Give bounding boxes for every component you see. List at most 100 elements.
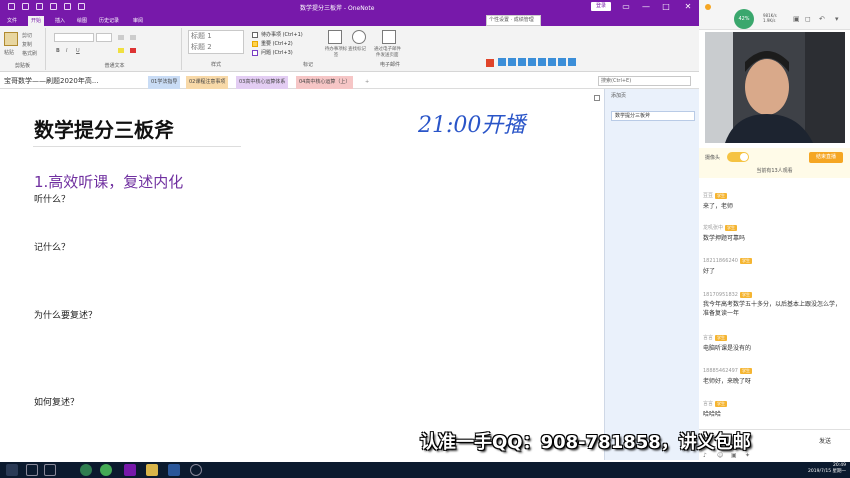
redo-icon[interactable] — [36, 3, 43, 10]
font-color-icon[interactable] — [130, 48, 136, 53]
student-badge: 学生 — [715, 401, 728, 407]
plugin-icon-4[interactable] — [518, 58, 526, 66]
end-live-button[interactable]: 结束直播 — [809, 152, 843, 163]
add-page-button[interactable]: 添加页 — [611, 92, 626, 99]
font-select[interactable] — [54, 33, 94, 42]
numbering-icon[interactable] — [130, 35, 136, 40]
chat-text: 我今年高考数学五十多分，以后基本上跟没怎么学，准备复读一年 — [703, 301, 842, 317]
viewer-count: 当前有13人观看 — [756, 168, 793, 174]
plugin-icon-8[interactable] — [558, 58, 566, 66]
paste-button[interactable]: 粘贴 — [4, 49, 14, 56]
app-green-icon[interactable] — [80, 464, 92, 476]
search-input[interactable]: 搜索(Ctrl+E) — [598, 76, 691, 86]
system-clock[interactable]: 20:49 2019/7/15 星期一 — [808, 463, 846, 475]
email-icon[interactable] — [382, 30, 396, 44]
chat-text: 哈哈哈 — [703, 411, 722, 418]
underline-button[interactable]: U — [76, 48, 80, 54]
login-button[interactable]: 登录 — [591, 2, 611, 11]
plugin-icon-7[interactable] — [548, 58, 556, 66]
back-icon[interactable] — [8, 3, 15, 10]
send-button[interactable]: 发送 — [819, 436, 831, 445]
folder-icon[interactable] — [146, 464, 158, 476]
question-4[interactable]: 如何复述？ — [34, 395, 79, 408]
plugin-sogou-icon[interactable] — [486, 59, 494, 67]
question-2[interactable]: 记什么？ — [34, 240, 70, 253]
tab-home[interactable]: 开始 — [28, 16, 45, 26]
add-section-button[interactable]: + — [362, 76, 372, 89]
style-heading2[interactable]: 标题 2 — [189, 42, 243, 53]
notebook-name[interactable]: 宝哥数学——刷题2020年高... — [4, 76, 99, 86]
checkbox-icon — [252, 31, 258, 38]
chat-list[interactable]: 豆豆 学生 来了，老师 龙叽张中 学生 数学押题可靠吗 18211866240 学生 … — [699, 184, 850, 429]
dock-icon[interactable] — [50, 3, 57, 10]
camera-icon[interactable]: ▣ — [793, 15, 801, 23]
highlight-icon[interactable] — [118, 48, 124, 53]
section-tab-4[interactable]: 04高中核心运算（上） — [296, 76, 354, 89]
close-icon[interactable]: ✕ — [682, 1, 694, 13]
style-heading1[interactable]: 标题 1 — [189, 31, 243, 42]
tab-review[interactable]: 审阅 — [130, 16, 146, 26]
italic-button[interactable]: I — [66, 48, 67, 54]
task-view-icon[interactable] — [44, 464, 56, 476]
question-3[interactable]: 为什么要复述？ — [34, 308, 97, 321]
format-painter-button[interactable]: 格式刷 — [22, 50, 37, 57]
page-canvas[interactable]: 数学提分三板斧 1.高效听课，复述内化 听什么？ 记什么？ 为什么要复述？ 如何… — [0, 89, 604, 460]
plugin-icon-5[interactable] — [528, 58, 536, 66]
camera-toggle[interactable] — [727, 152, 749, 162]
todo-tag-icon[interactable] — [328, 30, 342, 44]
minimize-icon[interactable]: — — [640, 1, 652, 13]
section-tab-1[interactable]: 01学法指导 — [148, 76, 181, 89]
copy-button[interactable]: 复制 — [22, 41, 32, 48]
todo-tag-button[interactable]: 待办事项标签 — [324, 46, 348, 58]
start-icon[interactable] — [6, 464, 18, 476]
expand-icon[interactable] — [594, 95, 600, 101]
settings-icon[interactable]: ▾ — [835, 15, 843, 23]
plugin-icon-6[interactable] — [538, 58, 546, 66]
tab-insert[interactable]: 插入 — [52, 16, 68, 26]
tag-important-label: 重要 (Ctrl+2) — [261, 41, 293, 47]
styles-gallery[interactable]: 标题 1 标题 2 — [188, 30, 244, 54]
word-icon[interactable] — [168, 464, 180, 476]
app-circle-icon[interactable] — [190, 464, 202, 476]
tag-todo[interactable]: 待办事项 (Ctrl+1) — [252, 31, 303, 38]
personal-settings[interactable]: 个性设置 · 成绩管理 — [486, 15, 541, 26]
chat-message: 18885462497 学生 老师好，来晚了呀 — [703, 368, 843, 385]
paste-icon[interactable] — [4, 32, 18, 46]
find-tags-icon[interactable] — [352, 30, 366, 44]
font-size-select[interactable] — [96, 33, 112, 42]
tag-question[interactable]: 问题 (Ctrl+3) — [252, 49, 293, 56]
plugin-icon-2[interactable] — [498, 58, 506, 66]
bullets-icon[interactable] — [118, 35, 124, 40]
find-tags-button[interactable]: 查找标记 — [348, 46, 366, 52]
chat-user: 18211866240 — [703, 258, 738, 264]
plugin-icon-9[interactable] — [568, 58, 576, 66]
tab-draw[interactable]: 绘图 — [74, 16, 90, 26]
webcam-video — [705, 32, 845, 143]
tag-important[interactable]: 重要 (Ctrl+2) — [252, 40, 293, 47]
tab-file[interactable]: 文件 — [4, 16, 20, 26]
wechat-icon[interactable] — [100, 464, 112, 476]
undo-icon[interactable] — [22, 3, 29, 10]
chat-icon[interactable]: ◻ — [805, 15, 813, 23]
quick-access-icon[interactable] — [64, 3, 71, 10]
search-icon[interactable] — [26, 464, 38, 476]
cut-button[interactable]: 剪切 — [22, 32, 32, 39]
chat-message: 龙叽张中 学生 数学押题可靠吗 — [703, 224, 843, 242]
page-list-item[interactable]: 数学提分三板斧 — [611, 111, 695, 121]
sync-icon[interactable] — [78, 3, 85, 10]
student-badge: 学生 — [725, 225, 738, 231]
page-title[interactable]: 数学提分三板斧 — [34, 114, 174, 143]
plugin-icon-3[interactable] — [508, 58, 516, 66]
section-tab-2[interactable]: 02课程注意事项 — [186, 76, 229, 89]
student-badge: 学生 — [740, 258, 752, 264]
email-line2[interactable]: 件发送页面 — [376, 52, 399, 58]
undo-icon[interactable]: ↶ — [819, 15, 827, 23]
question-1[interactable]: 听什么？ — [34, 192, 70, 205]
section-heading[interactable]: 1.高效听课，复述内化 — [34, 171, 183, 192]
section-tab-3[interactable]: 03高中核心运算体系 — [236, 76, 289, 89]
restore-ribbon-icon[interactable]: ▭ — [620, 1, 632, 13]
maximize-icon[interactable]: □ — [660, 1, 672, 13]
onenote-icon[interactable] — [124, 464, 136, 476]
tab-history[interactable]: 历史记录 — [96, 16, 122, 26]
bold-button[interactable]: B — [56, 48, 60, 54]
